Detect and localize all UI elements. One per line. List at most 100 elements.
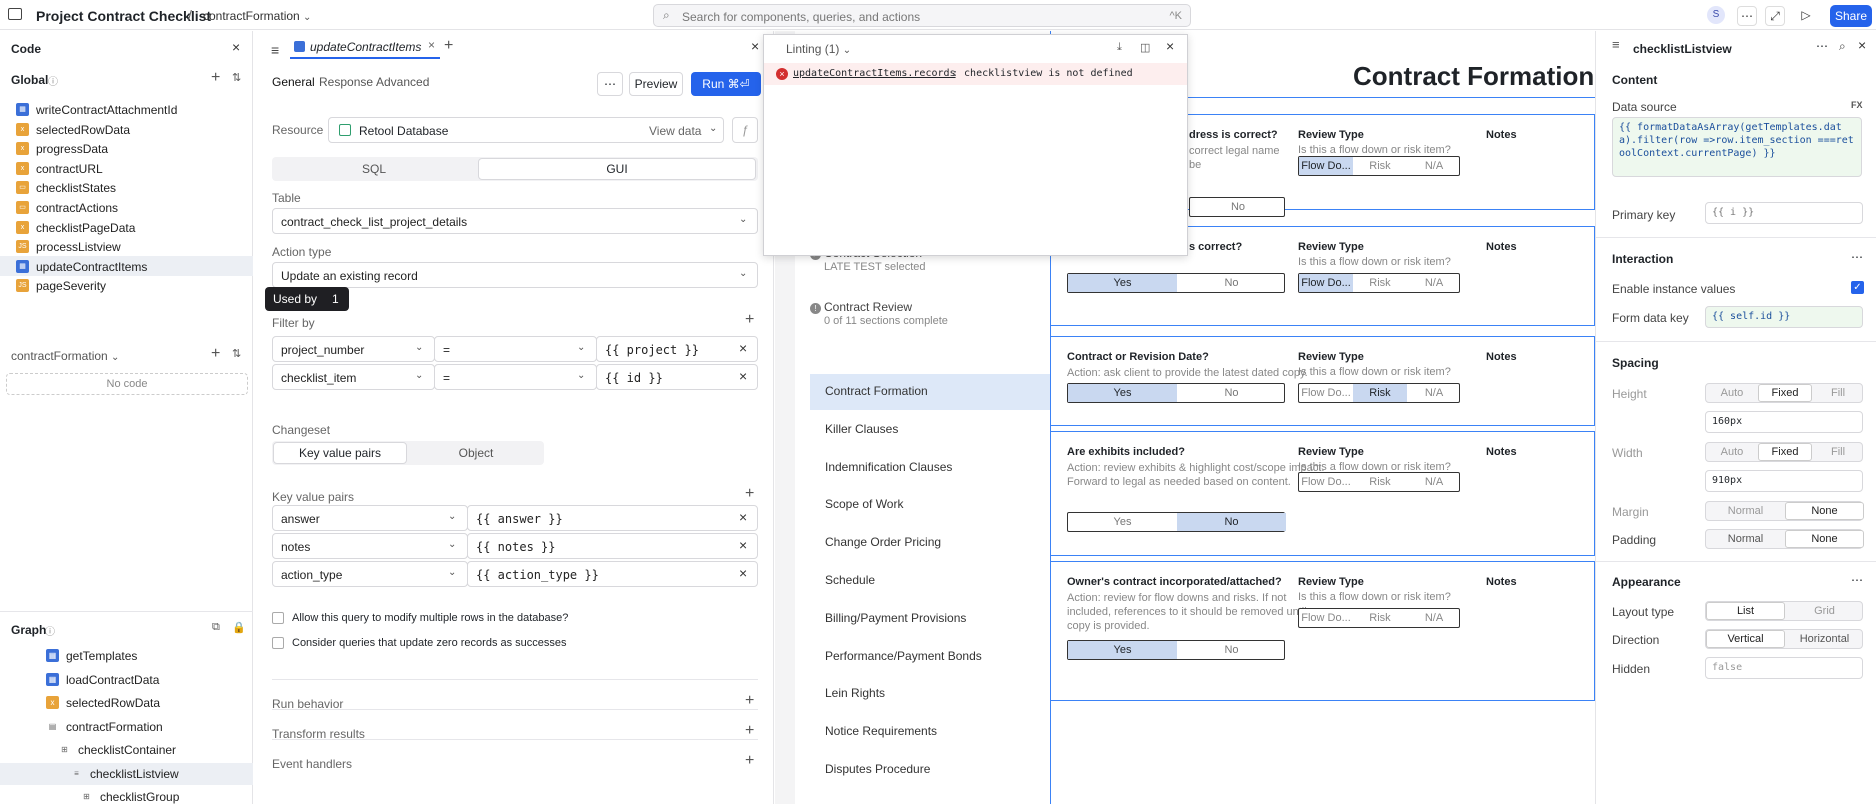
review-option-0[interactable]: Flow Do... <box>1299 476 1353 488</box>
global-item-contractURL[interactable]: x contractURL <box>0 158 253 178</box>
subtab-advanced[interactable]: Advanced <box>376 75 429 89</box>
kv-key-select[interactable]: action_type ⌄ <box>272 561 468 587</box>
review-option-2[interactable]: N/A <box>1407 612 1461 624</box>
layout-grid[interactable]: Grid <box>1785 605 1864 617</box>
filter-field-select[interactable]: project_number ⌄ <box>272 336 435 362</box>
hidden-field[interactable]: false <box>1705 657 1863 679</box>
yes-no-toggle[interactable]: Yes No <box>1067 273 1285 293</box>
margin-mode[interactable]: Normal None <box>1705 501 1864 521</box>
global-item-checklistStates[interactable]: ▭ checklistStates <box>0 177 253 197</box>
more-icon[interactable]: ⋯ <box>1851 250 1863 264</box>
margin-normal[interactable]: Normal <box>1706 505 1785 517</box>
layout-type[interactable]: List Grid <box>1705 601 1863 621</box>
review-type-toggle[interactable]: Flow Do... Risk N/A <box>1298 472 1460 492</box>
add-icon[interactable]: + <box>211 69 220 87</box>
inspector-title[interactable]: checklistListview <box>1633 42 1732 56</box>
remove-filter-icon[interactable]: × <box>739 368 747 384</box>
sql-tab[interactable]: SQL <box>272 162 476 176</box>
close-icon[interactable]: × <box>232 39 240 55</box>
filter-value-field[interactable]: {{ project }} × <box>596 336 758 362</box>
fx-toggle[interactable]: FX <box>1851 100 1863 110</box>
lint-error-row[interactable]: × updateContractItems.records : checklis… <box>764 63 1187 85</box>
kv-tab[interactable]: Key value pairs <box>273 442 407 464</box>
global-item-contractActions[interactable]: ▭ contractActions <box>0 197 253 217</box>
multi-row-checkbox[interactable] <box>272 612 284 624</box>
download-icon[interactable]: ⤓ <box>1117 41 1122 54</box>
section-event-handlers[interactable]: Event handlers <box>272 757 352 771</box>
graph-item-checklistContainer[interactable]: ⊞ checklistContainer <box>0 739 253 761</box>
data-source-editor[interactable]: {{ formatDataAsArray(getTemplates.data).… <box>1612 117 1862 177</box>
table-select[interactable]: contract_check_list_project_details ⌄ <box>272 208 758 234</box>
view-data-link[interactable]: View data <box>649 124 701 138</box>
enable-instance-checkbox[interactable]: ✓ <box>1851 281 1864 294</box>
close-icon[interactable]: × <box>1166 38 1174 54</box>
review-option-1[interactable]: Risk <box>1353 476 1407 488</box>
yes-option[interactable]: Yes <box>1068 384 1177 402</box>
yes-option[interactable]: Yes <box>1068 516 1177 528</box>
yes-no-toggle[interactable]: Yes No <box>1067 640 1285 660</box>
review-type-toggle[interactable]: Flow Do... Risk N/A <box>1298 273 1460 293</box>
yes-no-toggle[interactable]: Yes No <box>1067 383 1285 403</box>
review-option-2[interactable]: N/A <box>1407 476 1461 488</box>
menu-icon[interactable]: ≡ <box>271 42 279 58</box>
function-icon[interactable]: ƒ <box>732 117 758 143</box>
share-button[interactable]: Share <box>1830 5 1872 27</box>
remove-pair-icon[interactable]: × <box>739 509 747 525</box>
width-fill[interactable]: Fill <box>1812 446 1864 458</box>
remove-pair-icon[interactable]: × <box>739 565 747 581</box>
padding-normal[interactable]: Normal <box>1706 533 1785 545</box>
review-type-toggle[interactable]: Flow Do... Risk N/A <box>1298 383 1460 403</box>
more-icon[interactable]: ⋯ <box>1851 573 1863 587</box>
add-icon[interactable]: + <box>211 345 220 363</box>
primary-key-field[interactable]: {{ i }} <box>1705 202 1863 224</box>
add-pair-icon[interactable]: + <box>745 485 754 503</box>
global-item-progressData[interactable]: x progressData <box>0 138 253 158</box>
yes-option[interactable]: Yes <box>1068 641 1177 659</box>
more-icon[interactable]: ⋯ <box>1737 6 1757 26</box>
more-icon[interactable]: ⋯ <box>1816 39 1828 53</box>
graph-item-contractFormation[interactable]: ▤ contractFormation <box>0 716 253 738</box>
search-icon[interactable]: ⌕ <box>1839 39 1846 54</box>
width-mode[interactable]: Auto Fixed Fill <box>1705 442 1863 462</box>
remove-filter-icon[interactable]: × <box>739 340 747 356</box>
graph-item-selectedRowData[interactable]: x selectedRowData <box>0 692 253 714</box>
global-item-writeContractAttachmentId[interactable]: ▦ writeContractAttachmentId <box>0 99 253 119</box>
no-option[interactable]: No <box>1177 513 1286 531</box>
filter-value-field[interactable]: {{ id }} × <box>596 364 758 390</box>
more-icon[interactable]: ⋯ <box>597 72 623 96</box>
filter-field-select[interactable]: checklist_item ⌄ <box>272 364 435 390</box>
avatar[interactable]: S <box>1707 6 1725 24</box>
margin-none[interactable]: None <box>1785 502 1864 520</box>
graph-item-getTemplates[interactable]: ▦ getTemplates <box>0 645 253 667</box>
expand-section-icon[interactable]: + <box>745 722 754 740</box>
yes-no-toggle[interactable]: Yes No <box>1067 512 1286 532</box>
expand-icon[interactable]: ⤢ <box>1765 6 1785 26</box>
graph-item-loadContractData[interactable]: ▦ loadContractData <box>0 669 253 691</box>
global-item-updateContractItems[interactable]: ▦ updateContractItems <box>0 255 253 276</box>
filter-op-select[interactable]: = ⌄ <box>434 336 597 362</box>
direction-horizontal[interactable]: Horizontal <box>1785 633 1864 645</box>
direction[interactable]: Vertical Horizontal <box>1705 629 1863 649</box>
width-fixed[interactable]: Fixed <box>1758 443 1812 461</box>
sort-icon[interactable]: ⇅ <box>232 347 241 360</box>
review-option-1[interactable]: Risk <box>1353 160 1407 172</box>
review-option-0[interactable]: Flow Do... <box>1299 274 1353 292</box>
padding-none[interactable]: None <box>1785 530 1864 548</box>
filter-op-select[interactable]: = ⌄ <box>434 364 597 390</box>
height-auto[interactable]: Auto <box>1706 387 1758 399</box>
no-option[interactable]: No <box>1177 644 1286 656</box>
height-fill[interactable]: Fill <box>1812 387 1864 399</box>
padding-mode[interactable]: Normal None <box>1705 529 1864 549</box>
preview-button[interactable]: Preview <box>629 72 683 96</box>
action-type-select[interactable]: Update an existing record ⌄ <box>272 262 758 288</box>
graph-item-checklistListview[interactable]: ≡ checklistListview <box>0 762 253 785</box>
no-option[interactable]: No <box>1177 277 1286 289</box>
add-tab-icon[interactable]: + <box>444 37 453 55</box>
layout-list[interactable]: List <box>1706 602 1785 620</box>
page-selector[interactable]: contractFormation ⌄ <box>203 9 311 23</box>
sort-icon[interactable]: ⇅ <box>232 71 241 84</box>
global-item-pageSeverity[interactable]: JS pageSeverity <box>0 275 253 295</box>
review-option-0[interactable]: Flow Do... <box>1299 612 1353 624</box>
width-field[interactable]: 910px <box>1705 470 1863 492</box>
subtab-response[interactable]: Response <box>319 75 373 89</box>
